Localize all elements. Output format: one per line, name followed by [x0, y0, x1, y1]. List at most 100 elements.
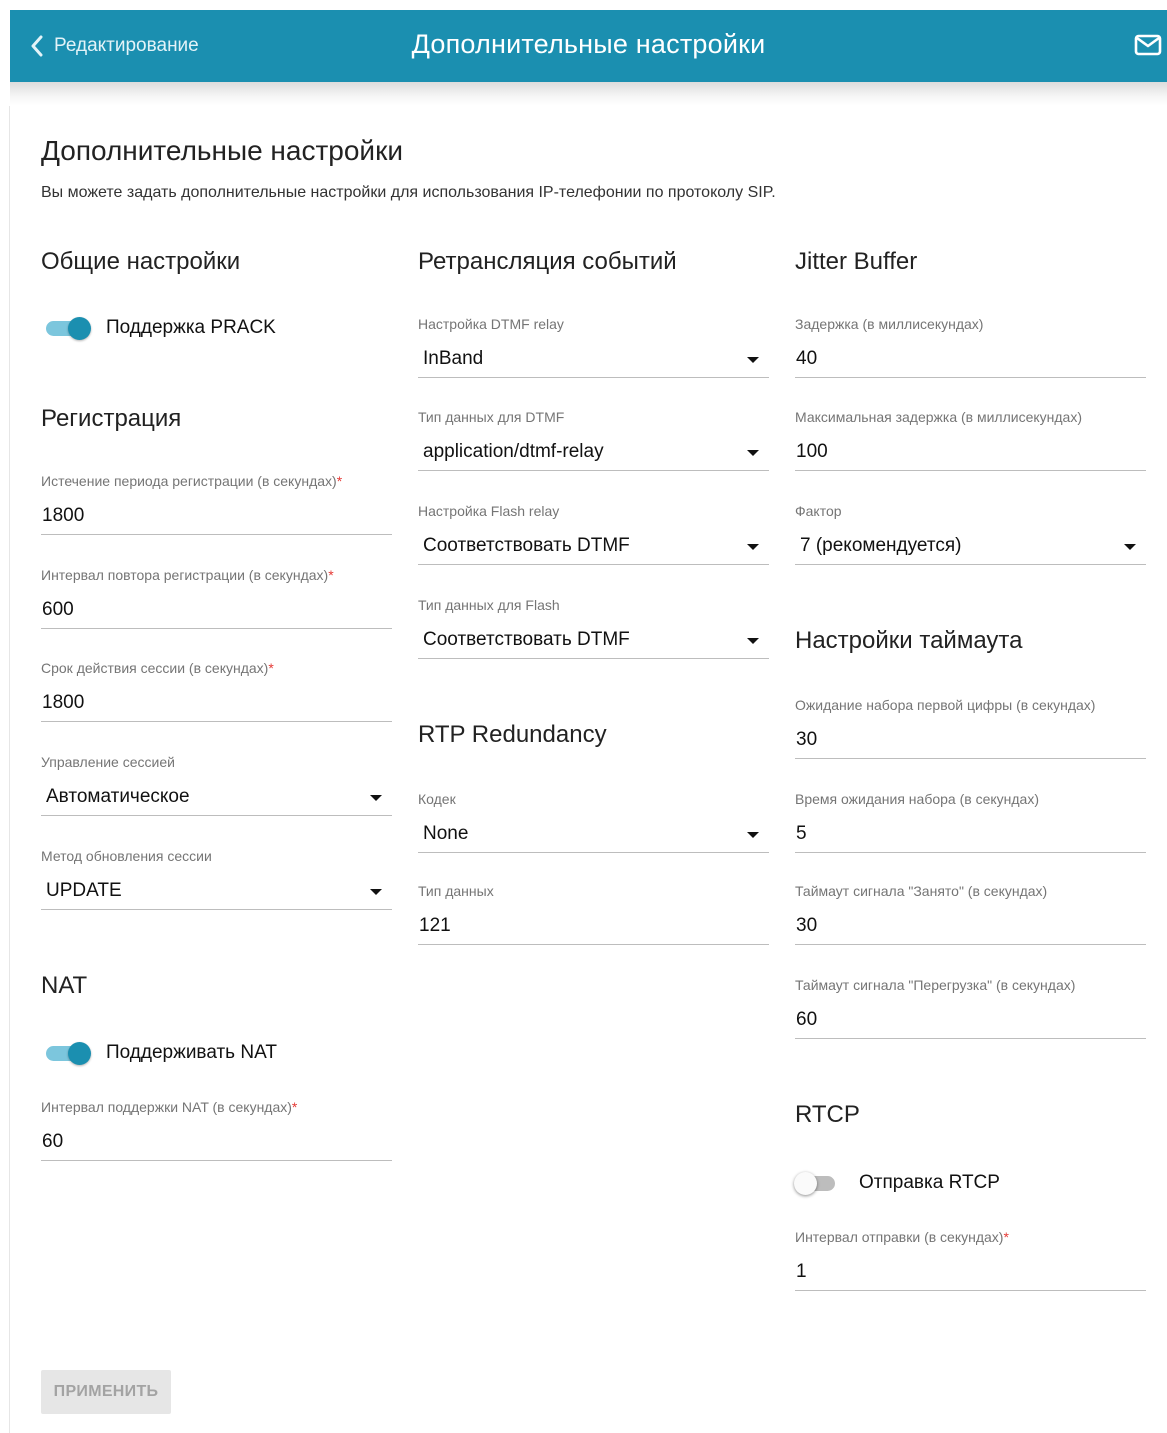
header-title: Дополнительные настройки — [411, 29, 766, 59]
codec-select[interactable]: Кодек None — [418, 791, 769, 861]
first-digit-timeout-label: Ожидание набора первой цифры (в секундах… — [795, 697, 1096, 713]
section-timeout-title: Настройки таймаута — [795, 627, 1023, 654]
section-relay-title: Ретрансляция событий — [418, 248, 677, 275]
session-control-label: Управление сессией — [41, 754, 175, 770]
jitter-delay-input[interactable] — [795, 340, 1146, 378]
nat-interval-label: Интервал поддержки NAT (в секундах) — [41, 1099, 292, 1115]
registration-retry-input[interactable] — [41, 591, 392, 629]
toggle-knob — [794, 1172, 817, 1195]
busy-timeout-label: Таймаут сигнала "Занято" (в секундах) — [795, 883, 1048, 899]
toggle-knob — [68, 317, 91, 340]
apply-button[interactable]: ПРИМЕНИТЬ — [41, 1370, 171, 1414]
session-control-select[interactable]: Управление сессией Автоматическое — [41, 754, 392, 824]
first-digit-timeout-input[interactable] — [795, 721, 1146, 759]
overload-timeout-label: Таймаут сигнала "Перегрузка" (в секундах… — [795, 977, 1076, 993]
required-mark: * — [336, 473, 343, 489]
jitter-max-delay-label: Максимальная задержка (в миллисекундах) — [795, 409, 1082, 425]
rtp-data-type-input[interactable] — [418, 907, 769, 945]
required-mark: * — [1003, 1229, 1009, 1245]
session-control-value[interactable]: Автоматическое — [41, 778, 392, 816]
dtmf-relay-value[interactable]: InBand — [418, 340, 769, 378]
registration-retry-field: Интервал повтора регистрации (в секундах… — [41, 567, 392, 637]
nat-interval-field: Интервал поддержки NAT (в секундах)* — [41, 1099, 392, 1169]
rtcp-toggle-row[interactable]: Отправка RTCP — [794, 1168, 1000, 1198]
rtp-data-type-field: Тип данных — [418, 883, 769, 953]
jitter-max-delay-input[interactable] — [795, 433, 1146, 471]
rtcp-send-toggle[interactable] — [794, 1170, 841, 1196]
dropdown-arrow-icon — [747, 357, 759, 363]
required-mark: * — [328, 567, 334, 583]
session-expires-label: Срок действия сессии (в секундах) — [41, 660, 269, 676]
flash-relay-value[interactable]: Соответствовать DTMF — [418, 527, 769, 565]
registration-retry-label: Интервал повтора регистрации (в секундах… — [41, 567, 329, 583]
flash-type-label: Тип данных для Flash — [418, 597, 560, 613]
page-description: Вы можете задать дополнительные настройк… — [41, 184, 776, 201]
session-expires-field: Срок действия сессии (в секундах)* — [41, 660, 392, 730]
jitter-factor-label: Фактор — [795, 503, 842, 519]
session-expires-input[interactable] — [41, 684, 392, 722]
header-shadow — [10, 82, 1167, 106]
session-refresh-method-value[interactable]: UPDATE — [41, 872, 392, 910]
flash-type-select[interactable]: Тип данных для Flash Соответствовать DTM… — [418, 597, 769, 667]
section-rtcp-title: RTCP — [795, 1101, 860, 1128]
overload-timeout-input[interactable] — [795, 1001, 1146, 1039]
content-left-border — [9, 106, 10, 1433]
dropdown-arrow-icon — [370, 889, 382, 895]
flash-relay-select[interactable]: Настройка Flash relay Соответствовать DT… — [418, 503, 769, 573]
nat-interval-input[interactable] — [41, 1123, 392, 1161]
dropdown-arrow-icon — [747, 450, 759, 456]
codec-label: Кодек — [418, 791, 456, 807]
dial-wait-field: Время ожидания набора (в секундах) — [795, 791, 1146, 861]
nat-support-label: Поддерживать NAT — [106, 1042, 277, 1063]
flash-relay-label: Настройка Flash relay — [418, 503, 560, 519]
section-jitter-title: Jitter Buffer — [795, 248, 918, 275]
toggle-knob — [68, 1042, 91, 1065]
jitter-factor-select[interactable]: Фактор 7 (рекомендуется) — [795, 503, 1146, 573]
prack-toggle[interactable] — [46, 315, 92, 341]
dtmf-type-select[interactable]: Тип данных для DTMF application/dtmf-rel… — [418, 409, 769, 479]
dropdown-arrow-icon — [747, 544, 759, 550]
session-refresh-method-select[interactable]: Метод обновления сессии UPDATE — [41, 848, 392, 918]
dropdown-arrow-icon — [747, 638, 759, 644]
codec-value[interactable]: None — [418, 815, 769, 853]
session-refresh-method-label: Метод обновления сессии — [41, 848, 212, 864]
mail-icon[interactable] — [1133, 30, 1163, 60]
dial-wait-input[interactable] — [795, 815, 1146, 853]
rtcp-interval-field: Интервал отправки (в секундах)* — [795, 1229, 1146, 1299]
jitter-delay-field: Задержка (в миллисекундах) — [795, 316, 1146, 386]
dropdown-arrow-icon — [1124, 544, 1136, 550]
required-mark: * — [291, 1099, 298, 1115]
prack-toggle-row[interactable]: Поддержка PRACK — [46, 313, 276, 343]
top-app-bar: Редактирование Дополнительные настройки — [10, 10, 1167, 82]
first-digit-timeout-field: Ожидание набора первой цифры (в секундах… — [795, 697, 1146, 767]
section-general-title: Общие настройки — [41, 248, 241, 275]
dropdown-arrow-icon — [370, 795, 382, 801]
section-nat-title: NAT — [41, 972, 88, 999]
jitter-max-delay-field: Максимальная задержка (в миллисекундах) — [795, 409, 1146, 479]
dtmf-relay-select[interactable]: Настройка DTMF relay InBand — [418, 316, 769, 386]
overload-timeout-field: Таймаут сигнала "Перегрузка" (в секундах… — [795, 977, 1146, 1047]
dtmf-type-label: Тип данных для DTMF — [418, 409, 565, 425]
rtcp-interval-label: Интервал отправки (в секундах) — [795, 1229, 1004, 1245]
prack-label: Поддержка PRACK — [106, 317, 276, 338]
section-rtp-title: RTP Redundancy — [418, 721, 607, 748]
dial-wait-label: Время ожидания набора (в секундах) — [795, 791, 1039, 807]
flash-type-value[interactable]: Соответствовать DTMF — [418, 621, 769, 659]
nat-toggle[interactable] — [46, 1040, 92, 1066]
registration-expire-label: Истечение периода регистрации (в секунда… — [41, 473, 337, 489]
registration-expire-field: Истечение периода регистрации (в секунда… — [41, 473, 392, 543]
jitter-delay-label: Задержка (в миллисекундах) — [795, 316, 984, 332]
busy-timeout-input[interactable] — [795, 907, 1146, 945]
nat-toggle-row[interactable]: Поддерживать NAT — [46, 1038, 277, 1068]
dropdown-arrow-icon — [747, 832, 759, 838]
jitter-factor-value[interactable]: 7 (рекомендуется) — [795, 527, 1146, 565]
required-mark: * — [268, 660, 274, 676]
registration-expire-input[interactable] — [41, 497, 392, 535]
page-title: Дополнительные настройки — [41, 135, 403, 166]
busy-timeout-field: Таймаут сигнала "Занято" (в секундах) — [795, 883, 1146, 953]
rtcp-send-label: Отправка RTCP — [859, 1172, 1000, 1193]
dtmf-type-value[interactable]: application/dtmf-relay — [418, 433, 769, 471]
section-registration-title: Регистрация — [41, 405, 182, 432]
rtp-data-type-label: Тип данных — [418, 883, 494, 899]
rtcp-interval-input[interactable] — [795, 1253, 1146, 1291]
